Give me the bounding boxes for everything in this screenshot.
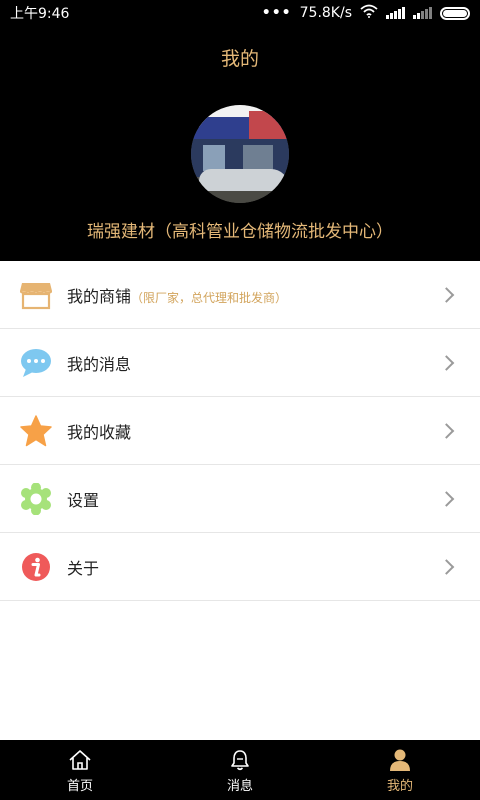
nav-item-label: 首页 — [66, 778, 93, 794]
chevron-right-icon — [438, 490, 455, 507]
signal-icon — [386, 7, 405, 19]
status-time: 上午9:46 — [10, 6, 70, 22]
menu-item-label: 设置 — [67, 490, 100, 510]
chevron-right-icon — [438, 558, 455, 575]
nav-item-label: 消息 — [226, 778, 253, 794]
info-icon — [20, 551, 52, 583]
company-name: 瑞强建材（高科管业仓储物流批发中心） — [87, 222, 393, 242]
chat-bubble-icon — [20, 347, 52, 379]
bottom-nav: 首页 消息 我的 — [0, 740, 480, 800]
menu-item-my-favorites[interactable]: 我的收藏 — [0, 397, 480, 465]
chevron-right-icon — [438, 286, 455, 303]
more-dots-icon: ••• — [261, 5, 292, 21]
avatar[interactable] — [191, 105, 289, 203]
menu-item-label: 关于 — [67, 558, 100, 578]
status-indicators: ••• 75.8K/s — [262, 4, 470, 22]
shop-icon — [20, 279, 52, 311]
gear-icon — [20, 482, 52, 515]
menu-list: 我的商铺（限厂家，总代理和批发商） 我的消息 我的收藏 设置 关于 — [0, 261, 480, 601]
battery-icon — [440, 6, 470, 20]
page-title: 我的 — [220, 48, 259, 70]
profile-header: 我的 瑞强建材（高科管业仓储物流批发中心） — [0, 26, 480, 261]
menu-item-settings[interactable]: 设置 — [0, 465, 480, 533]
screen: 上午9:46 ••• 75.8K/s 我的 瑞强建材（高科管业仓储物流批发中心）… — [0, 0, 480, 800]
menu-item-my-messages[interactable]: 我的消息 — [0, 329, 480, 397]
status-bar: 上午9:46 ••• 75.8K/s — [0, 0, 480, 26]
menu-item-label: 我的收藏 — [67, 422, 132, 442]
nav-item-home[interactable]: 首页 — [0, 740, 160, 800]
menu-item-label: 我的消息 — [67, 354, 132, 374]
bell-icon — [227, 747, 253, 773]
home-icon — [67, 747, 93, 773]
menu-item-label: 我的商铺 — [67, 286, 132, 306]
star-icon — [20, 414, 52, 447]
user-icon — [387, 747, 413, 773]
nav-item-me[interactable]: 我的 — [320, 740, 480, 800]
nav-item-label: 我的 — [386, 778, 413, 794]
net-speed: 75.8K/s — [299, 5, 352, 21]
signal-icon-2 — [413, 7, 432, 19]
chevron-right-icon — [438, 422, 455, 439]
nav-item-messages[interactable]: 消息 — [160, 740, 320, 800]
menu-item-my-shop[interactable]: 我的商铺（限厂家，总代理和批发商） — [0, 261, 480, 329]
menu-item-sublabel: （限厂家，总代理和批发商） — [131, 290, 288, 305]
menu-item-about[interactable]: 关于 — [0, 533, 480, 601]
chevron-right-icon — [438, 354, 455, 371]
wifi-icon — [360, 4, 378, 22]
